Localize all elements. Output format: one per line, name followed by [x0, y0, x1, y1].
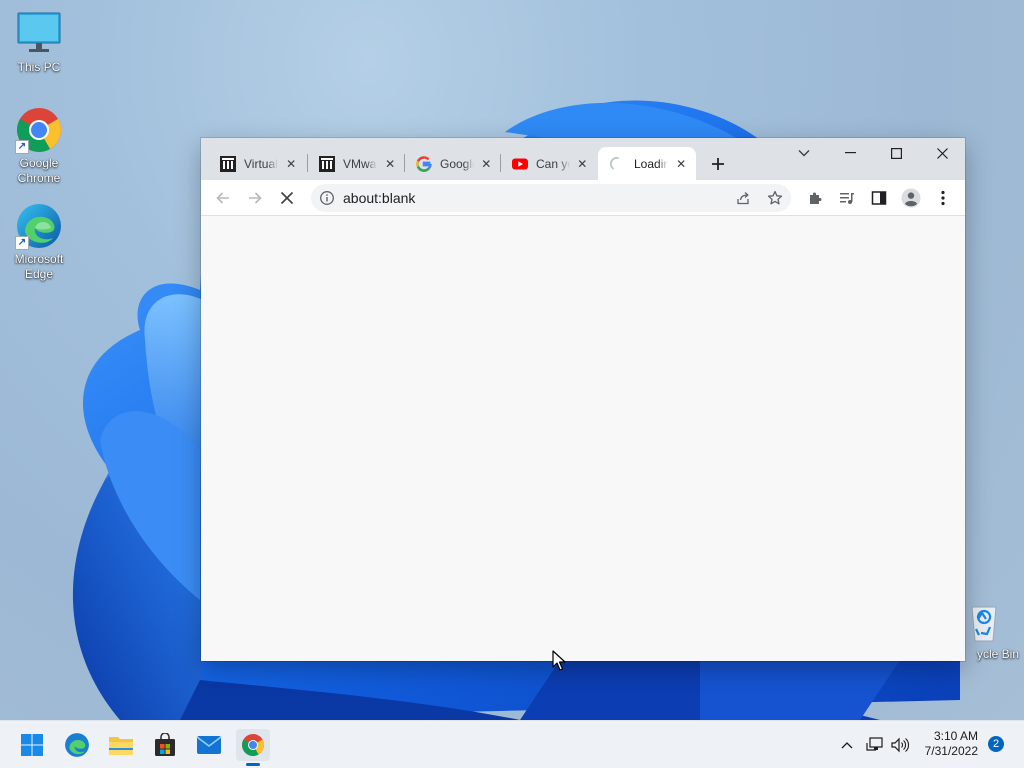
side-panel-icon	[871, 191, 887, 205]
tab-google[interactable]: Google ✕	[404, 147, 501, 180]
close-tab-icon[interactable]: ✕	[674, 156, 688, 172]
monitor-icon	[15, 10, 63, 58]
archive-icon	[319, 155, 335, 172]
close-tab-icon[interactable]: ✕	[480, 156, 493, 172]
bookmark-star-icon[interactable]	[767, 190, 783, 206]
clock-date: 7/31/2022	[924, 744, 978, 758]
google-icon	[416, 155, 432, 172]
address-bar[interactable]: about:blank	[311, 184, 791, 212]
folder-icon	[109, 737, 133, 755]
desktop-icon-google-chrome[interactable]: ↗ Google Chrome	[1, 106, 77, 186]
recycle-bin-icon	[960, 597, 1008, 645]
desktop-icon-microsoft-edge[interactable]: ↗ Microsoft Edge	[1, 202, 77, 282]
chevron-down-icon	[798, 150, 810, 157]
tab-title: Can you	[536, 156, 570, 171]
youtube-icon	[512, 156, 528, 172]
desktop-icon-this-pc[interactable]: This PC	[1, 10, 77, 75]
taskbar-store-button[interactable]	[148, 729, 182, 761]
back-button[interactable]	[209, 184, 237, 212]
desktop-icon-label: Microsoft Edge	[14, 252, 64, 281]
tab-virtual[interactable]: Virtual ✕	[208, 147, 306, 180]
share-icon[interactable]	[735, 190, 751, 206]
forward-button[interactable]	[241, 184, 269, 212]
desktop-icon-label: This PC	[17, 60, 61, 74]
tab-title: VMware	[343, 156, 377, 171]
stop-loading-button[interactable]	[273, 184, 301, 212]
edge-icon: ↗	[15, 202, 63, 250]
speaker-icon	[891, 737, 909, 753]
tab-title: Google	[440, 156, 474, 171]
media-control-button[interactable]	[833, 184, 861, 212]
close-icon	[936, 147, 948, 159]
maximize-icon	[890, 147, 902, 159]
tab-strip: Virtual ✕ VMware ✕ Google ✕ Can you ✕	[201, 138, 965, 180]
taskbar-file-explorer-button[interactable]	[104, 729, 138, 761]
network-icon	[866, 737, 883, 751]
minimize-button[interactable]	[827, 138, 873, 168]
notification-badge[interactable]: 2	[988, 736, 1004, 752]
tab-title: Virtual	[244, 156, 278, 171]
close-tab-icon[interactable]: ✕	[284, 156, 298, 172]
close-tab-icon[interactable]: ✕	[383, 156, 397, 172]
archive-icon	[220, 155, 236, 172]
clock[interactable]: 3:10 AM 7/31/2022	[918, 729, 978, 759]
new-tab-button[interactable]	[706, 152, 730, 176]
plus-icon	[712, 158, 724, 170]
tab-loading[interactable]: Loading ✕	[598, 147, 696, 180]
mouse-cursor-icon	[552, 650, 566, 671]
minimize-icon	[844, 152, 856, 154]
loading-spinner-icon	[610, 156, 626, 172]
kebab-menu-icon	[941, 190, 945, 206]
tab-title: Loading	[634, 156, 669, 171]
shortcut-arrow-icon: ↗	[15, 140, 29, 154]
tab-vmware[interactable]: VMware ✕	[307, 147, 405, 180]
running-app-indicator	[246, 763, 260, 766]
edge-icon	[65, 733, 89, 757]
avatar-icon	[901, 188, 921, 208]
chevron-up-icon	[841, 742, 853, 749]
maximize-button[interactable]	[873, 138, 919, 168]
puzzle-icon	[810, 192, 822, 204]
back-arrow-icon	[216, 192, 229, 204]
profile-button[interactable]	[897, 184, 925, 212]
desktop-icon-label: Google Chrome	[17, 156, 61, 185]
extensions-button[interactable]	[801, 184, 829, 212]
mail-icon	[196, 736, 222, 754]
start-button[interactable]	[15, 729, 49, 761]
taskbar: 3:10 AM 7/31/2022	[0, 720, 1024, 768]
page-content-area[interactable]	[201, 217, 965, 661]
chrome-icon: ↗	[15, 106, 63, 154]
clock-time: 3:10 AM	[933, 729, 978, 743]
volume-button[interactable]	[885, 729, 915, 761]
playlist-icon	[840, 193, 854, 204]
tab-search-button[interactable]	[781, 138, 827, 168]
taskbar-edge-button[interactable]	[60, 729, 94, 761]
shortcut-arrow-icon: ↗	[15, 236, 29, 250]
windows-logo-icon	[21, 734, 43, 756]
stop-icon	[280, 191, 294, 205]
close-tab-icon[interactable]: ✕	[576, 156, 589, 172]
browser-toolbar: about:blank	[201, 180, 965, 216]
show-hidden-icons-button[interactable]	[832, 729, 862, 761]
tab-youtube[interactable]: Can you ✕	[500, 147, 597, 180]
side-panel-button[interactable]	[865, 184, 893, 212]
url-text[interactable]: about:blank	[343, 190, 415, 206]
store-bag-icon	[155, 733, 175, 756]
info-icon[interactable]	[319, 190, 335, 206]
forward-arrow-icon	[249, 192, 262, 204]
taskbar-mail-button[interactable]	[192, 729, 226, 761]
menu-button[interactable]	[929, 184, 957, 212]
close-window-button[interactable]	[919, 138, 965, 168]
taskbar-chrome-button[interactable]	[236, 729, 270, 761]
chrome-icon	[242, 734, 264, 756]
chrome-window[interactable]: Virtual ✕ VMware ✕ Google ✕ Can you ✕	[201, 138, 965, 661]
